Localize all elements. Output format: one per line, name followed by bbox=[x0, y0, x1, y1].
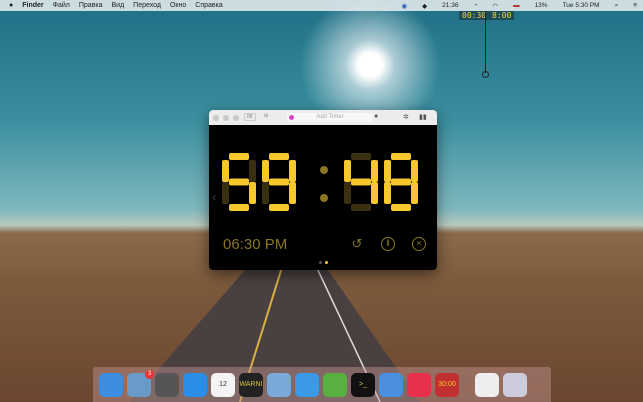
colon-dot bbox=[320, 166, 328, 174]
prev-arrow-icon[interactable]: ‹ bbox=[212, 190, 216, 204]
segment-a bbox=[391, 153, 411, 160]
menu-go[interactable]: Переход bbox=[133, 2, 161, 9]
menu-file[interactable]: Файл bbox=[53, 2, 70, 9]
dock-label: 30:00 bbox=[438, 381, 456, 388]
segment-a bbox=[229, 153, 249, 160]
dock-console[interactable]: WARNI bbox=[239, 372, 263, 397]
digital-view-button[interactable]: 88 bbox=[244, 113, 256, 121]
menu-clock[interactable]: 21:36 bbox=[442, 2, 458, 9]
dock-mail[interactable]: 3 bbox=[127, 369, 154, 397]
dock: 3 12 WARNI >_ 30:00 bbox=[93, 367, 551, 402]
countdown-display bbox=[222, 153, 418, 211]
badge: 3 bbox=[145, 369, 154, 379]
segment-c bbox=[249, 182, 256, 204]
dock-launchpad[interactable] bbox=[155, 372, 179, 397]
info-icon[interactable]: ● bbox=[374, 113, 378, 120]
digit bbox=[344, 153, 378, 211]
segment-d bbox=[391, 204, 411, 211]
battery-icon[interactable]: ▮▮ bbox=[419, 113, 427, 121]
segment-e bbox=[222, 182, 229, 204]
timer-icon[interactable]: ◔ bbox=[473, 2, 477, 9]
menu-view[interactable]: Вид bbox=[112, 2, 125, 9]
segment-c bbox=[411, 182, 418, 204]
dock-trash[interactable] bbox=[503, 372, 527, 397]
dock-itunes[interactable] bbox=[407, 372, 431, 397]
digit bbox=[384, 153, 418, 211]
add-timer-input[interactable]: Add Timer bbox=[287, 113, 373, 122]
menu-window[interactable]: Окно bbox=[170, 2, 186, 9]
pin-handle[interactable] bbox=[482, 71, 489, 78]
dock-finder[interactable] bbox=[99, 372, 123, 397]
dock-app-store[interactable] bbox=[183, 372, 207, 397]
pin-line bbox=[485, 11, 486, 73]
cancel-icon[interactable]: × bbox=[412, 237, 426, 251]
segment-f bbox=[344, 160, 351, 182]
dock-preview[interactable] bbox=[267, 372, 291, 397]
segment-g bbox=[229, 178, 249, 186]
segment-f bbox=[262, 160, 269, 182]
title-bar: 88 ⊞ Add Timer ● ✲ ▮▮ bbox=[209, 110, 437, 125]
menu-finder[interactable]: Finder bbox=[22, 2, 43, 9]
pause-icon[interactable]: ‖ bbox=[381, 237, 395, 251]
zoom-button[interactable] bbox=[233, 114, 239, 121]
apple-menu[interactable]: ● bbox=[9, 2, 13, 9]
timer-window: 88 ⊞ Add Timer ● ✲ ▮▮ ‹ 06:30 PM ↺ ‖ × bbox=[209, 110, 437, 270]
segment-d bbox=[229, 204, 249, 211]
dock-calendar[interactable]: 12 bbox=[211, 372, 235, 397]
segment-b bbox=[371, 160, 378, 182]
segment-c bbox=[371, 182, 378, 204]
reset-icon[interactable]: ↺ bbox=[350, 237, 364, 251]
menu-help[interactable]: Справка bbox=[195, 2, 222, 9]
dock-timer[interactable]: 30:00 bbox=[435, 372, 459, 397]
dock-label: 12 bbox=[219, 381, 227, 388]
segment-d bbox=[269, 204, 289, 211]
color-dot[interactable] bbox=[289, 115, 294, 120]
alarm-time: 06:30 PM bbox=[223, 236, 288, 253]
dock-safari[interactable] bbox=[295, 372, 319, 397]
status-icon[interactable]: ◉ bbox=[402, 2, 408, 10]
datetime[interactable]: Tue 5:30 PM bbox=[563, 2, 600, 9]
segment-g bbox=[351, 178, 371, 186]
segment-c bbox=[289, 182, 296, 204]
segment-d bbox=[351, 204, 371, 211]
mini-timer-2[interactable]: 8:00 bbox=[489, 11, 515, 20]
segment-f bbox=[384, 160, 391, 182]
battery-text[interactable]: 13% bbox=[535, 2, 548, 9]
wifi-icon[interactable]: ◠ bbox=[492, 2, 498, 10]
colon-dot bbox=[320, 194, 328, 202]
segment-f bbox=[222, 160, 229, 182]
segment-e bbox=[344, 182, 351, 204]
close-button[interactable] bbox=[213, 114, 219, 121]
digit bbox=[262, 153, 296, 211]
dock-label: WARNI bbox=[239, 381, 263, 388]
grid-view-button[interactable]: ⊞ bbox=[262, 113, 270, 119]
dock-label: >_ bbox=[359, 381, 367, 388]
segment-b bbox=[289, 160, 296, 182]
menu-edit[interactable]: Правка bbox=[79, 2, 103, 9]
flag-icon[interactable]: ▬ bbox=[513, 2, 520, 9]
segment-e bbox=[384, 182, 391, 204]
segment-b bbox=[411, 160, 418, 182]
segment-a bbox=[351, 153, 371, 160]
dock-terminal[interactable]: >_ bbox=[351, 372, 375, 397]
gear-icon[interactable]: ✲ bbox=[403, 113, 409, 121]
minimize-button[interactable] bbox=[223, 114, 229, 121]
page-dot-2[interactable] bbox=[325, 261, 328, 264]
dock-document[interactable] bbox=[475, 372, 499, 397]
page-dot-1[interactable] bbox=[319, 261, 322, 264]
segment-g bbox=[269, 178, 289, 186]
dock-leaf[interactable] bbox=[323, 372, 347, 397]
segment-b bbox=[249, 160, 256, 182]
menu-bar: ● Finder Файл Правка Вид Переход Окно Сп… bbox=[0, 0, 643, 11]
dropbox-icon[interactable]: ◆ bbox=[422, 2, 427, 10]
segment-e bbox=[262, 182, 269, 204]
segment-a bbox=[269, 153, 289, 160]
search-icon[interactable]: ⌕ bbox=[615, 2, 619, 10]
segment-g bbox=[391, 178, 411, 186]
dock-xcode[interactable] bbox=[379, 372, 403, 397]
digit bbox=[222, 153, 256, 211]
list-icon[interactable]: ≡ bbox=[633, 2, 637, 9]
